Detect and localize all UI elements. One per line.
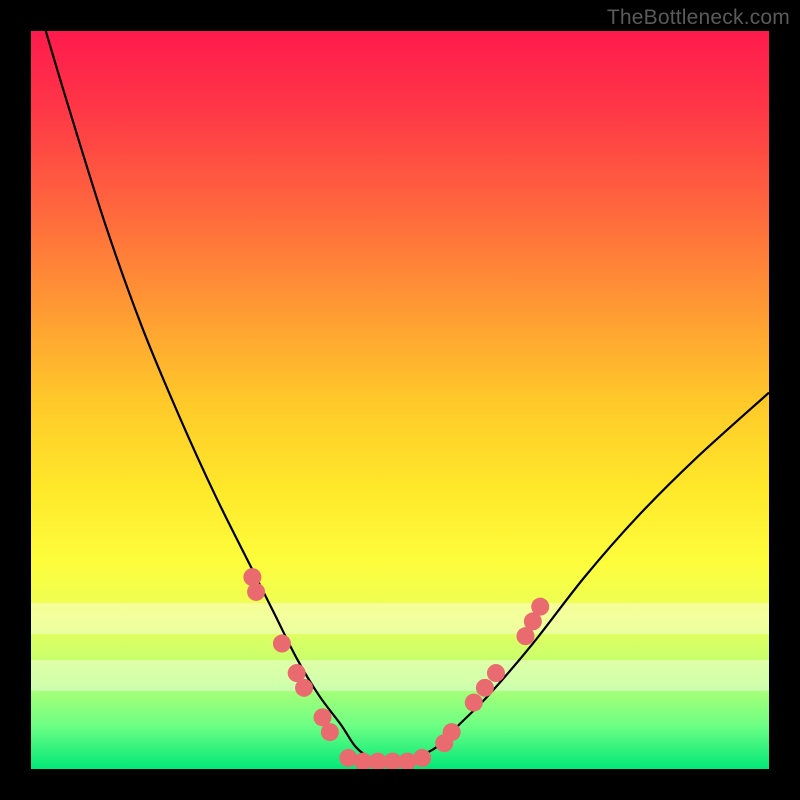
data-dot: [413, 749, 431, 767]
data-dot: [321, 723, 339, 741]
data-dot: [295, 679, 313, 697]
data-dot: [247, 583, 265, 601]
bottleneck-curve: [46, 31, 769, 762]
chart-frame: TheBottleneck.com: [0, 0, 800, 800]
data-dot: [443, 723, 461, 741]
data-dot: [273, 635, 291, 653]
data-dot: [487, 664, 505, 682]
data-dot: [465, 694, 483, 712]
watermark-text: TheBottleneck.com: [607, 6, 790, 30]
data-dot: [531, 598, 549, 616]
curve-dots: [243, 568, 549, 769]
data-dot: [476, 679, 494, 697]
curve-layer: [31, 31, 769, 769]
plot-area: [31, 31, 769, 769]
